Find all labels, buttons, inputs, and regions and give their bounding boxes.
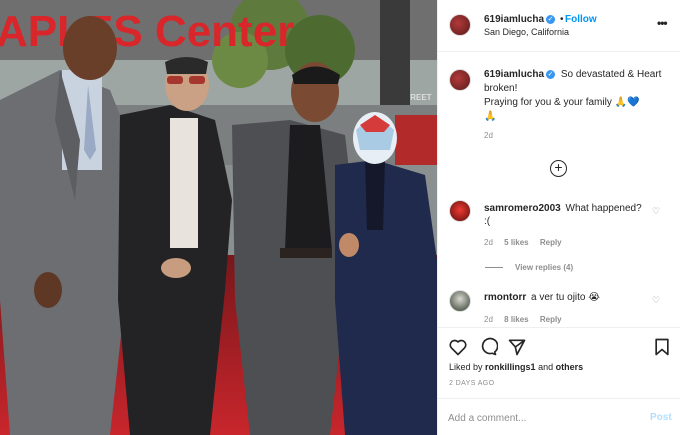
commenter-avatar[interactable] [449, 290, 471, 312]
caption-body-line3: 🙏 [484, 111, 497, 122]
post-actions [438, 327, 680, 365]
commenter-avatar[interactable] [449, 200, 471, 222]
post-date[interactable]: 2 DAYS AGO [449, 380, 495, 387]
header-separator: • [560, 14, 564, 25]
caption-body-line2: Praying for you & your family 🙏💙 [484, 97, 640, 108]
bookmark-icon[interactable] [652, 337, 672, 357]
caption-avatar[interactable] [449, 69, 471, 91]
liked-by-user[interactable]: ronkillings1 [485, 362, 536, 372]
heart-icon[interactable] [448, 337, 468, 357]
liked-by-others[interactable]: others [556, 362, 584, 372]
author-username[interactable]: 619iamlucha ✓ [484, 14, 556, 25]
caption-username[interactable]: 619iamlucha ✓ [484, 69, 556, 80]
comment-body: a ver tu ojito 😭 [531, 292, 600, 303]
comment-text: rmontorr a ver tu ojito 😭 [484, 291, 644, 304]
comment-time[interactable]: 2d [484, 238, 493, 247]
comment-time[interactable]: 2d [484, 315, 493, 324]
add-comment-bar: Post [438, 398, 680, 435]
comment-heart-icon[interactable]: ♡ [652, 296, 661, 305]
view-replies-label[interactable]: View replies (4) [515, 263, 573, 272]
post-image: APLES Center STREET [0, 0, 437, 435]
post-comment-button[interactable]: Post [650, 412, 672, 423]
verified-badge-icon: ✓ [546, 69, 556, 79]
comment-meta: 2d 5 likes Reply [484, 238, 571, 247]
post-photo[interactable]: APLES Center STREET [0, 0, 437, 435]
post-location[interactable]: San Diego, California [484, 27, 569, 37]
plus-circle-icon[interactable]: + [550, 160, 567, 177]
caption-text: 619iamlucha ✓ So devastated & Heart broke… [484, 68, 670, 124]
verified-badge-icon: ✓ [546, 14, 556, 24]
likes-prefix: Liked by [449, 362, 483, 372]
comment-likes[interactable]: 5 likes [504, 238, 528, 247]
comment-icon[interactable] [478, 337, 498, 357]
comment-heart-icon[interactable]: ♡ [652, 207, 661, 216]
comment-meta: 2d 8 likes Reply [484, 315, 571, 324]
view-replies-button[interactable]: View replies (4) [485, 263, 573, 272]
likes-summary: Liked by ronkillings1 and others [449, 362, 583, 372]
post-header: 619iamlucha ✓ • Follow San Diego, Califor… [438, 0, 680, 52]
comment-text: samromero2003 What happened? :( [484, 202, 644, 228]
author-username-text[interactable]: 619iamlucha [484, 14, 544, 25]
more-horizontal-icon[interactable]: ••• [657, 16, 668, 30]
likes-mid: and [538, 362, 554, 372]
replies-divider [485, 267, 503, 269]
author-avatar[interactable] [449, 14, 471, 36]
caption-time[interactable]: 2d [484, 131, 493, 140]
send-icon[interactable] [507, 337, 527, 357]
comment-input[interactable] [448, 410, 638, 426]
post-side-panel: 619iamlucha ✓ • Follow San Diego, Califor… [437, 0, 680, 435]
arena-sign-text: APLES Center [0, 7, 294, 56]
reply-button[interactable]: Reply [540, 315, 562, 324]
commenter-username[interactable]: rmontorr [484, 292, 526, 303]
comment-likes[interactable]: 8 likes [504, 315, 528, 324]
follow-button[interactable]: Follow [565, 14, 597, 25]
reply-button[interactable]: Reply [540, 238, 562, 247]
commenter-username[interactable]: samromero2003 [484, 203, 561, 214]
